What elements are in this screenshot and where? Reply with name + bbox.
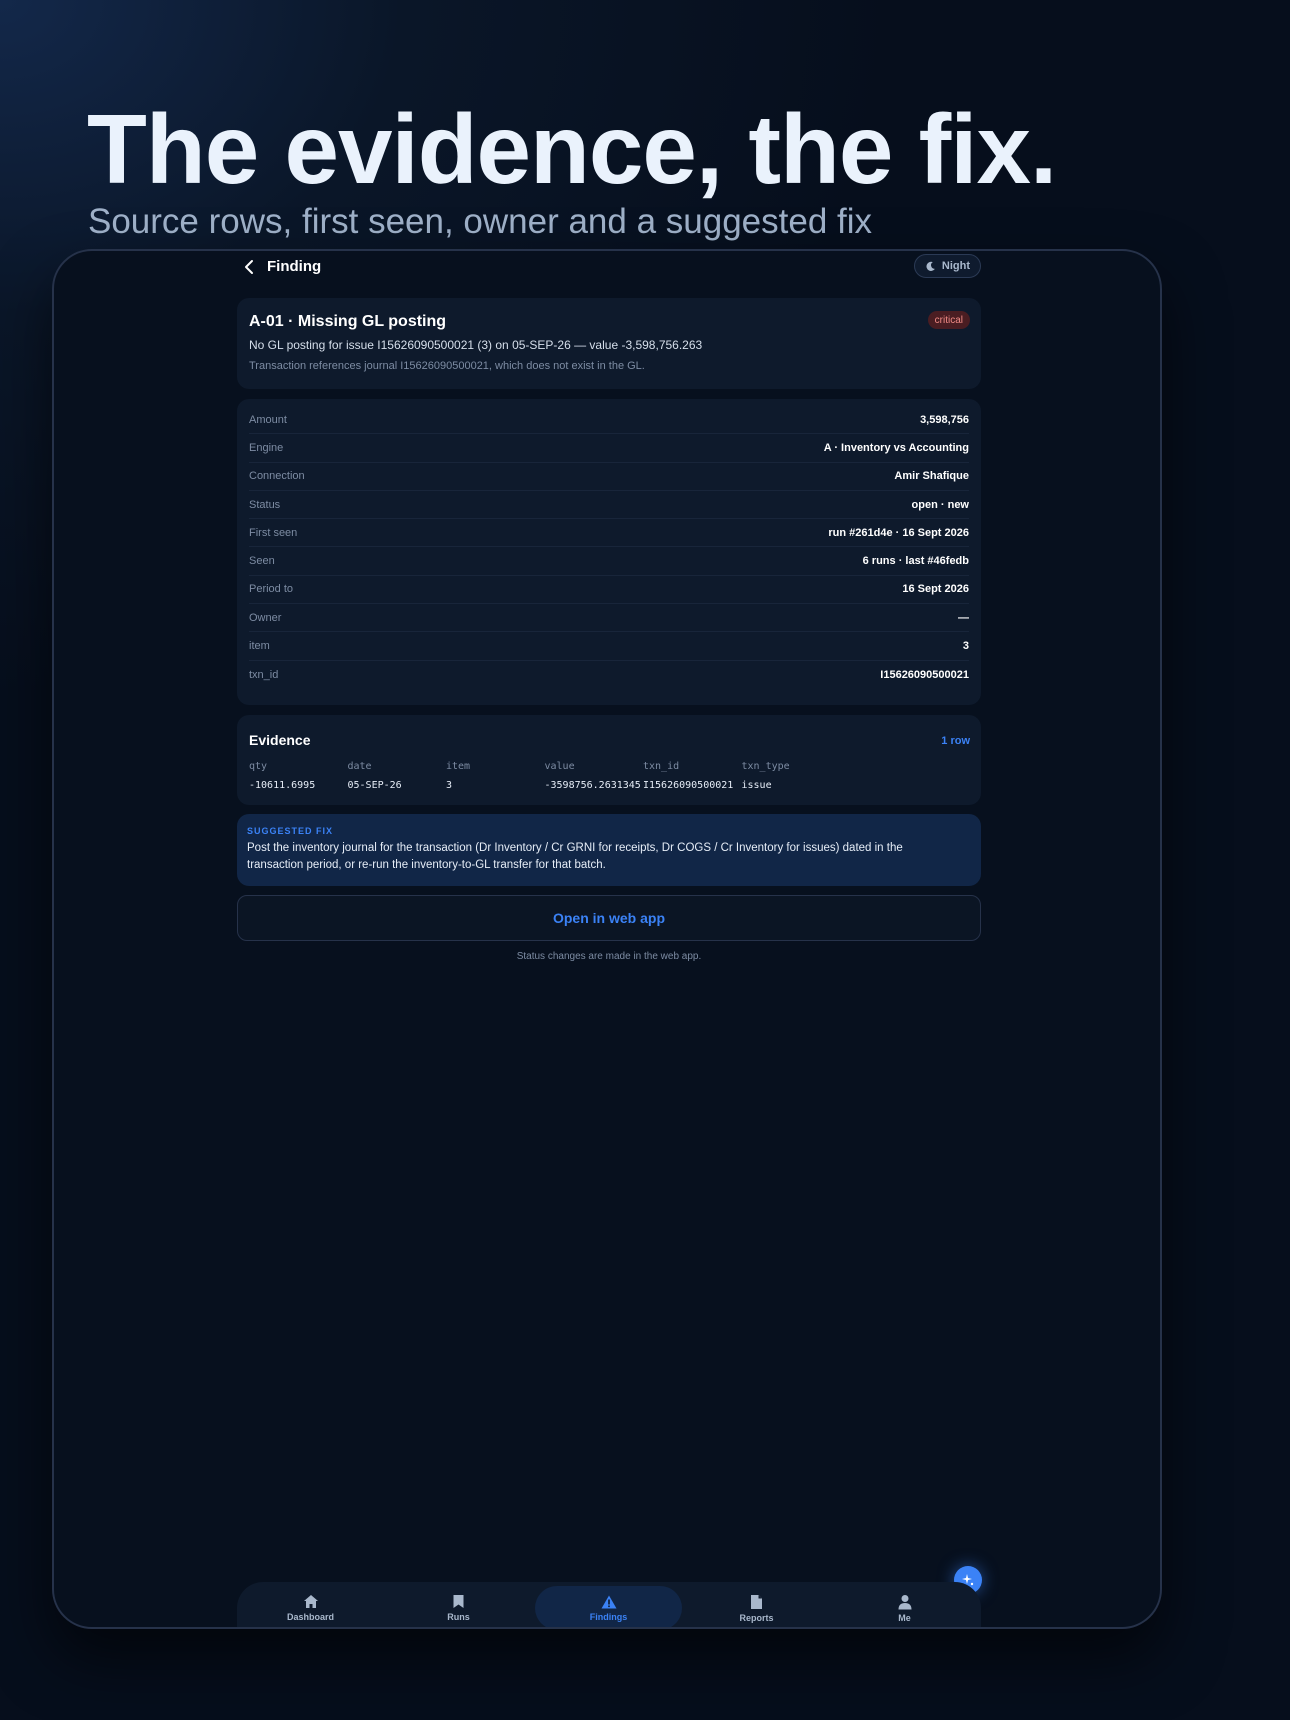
subheadline: Source rows, first seen, owner and a sug… [88,202,873,241]
person-icon [898,1594,911,1609]
evidence-cell: -10611.6995 [249,780,316,791]
detail-value: 6 runs · last #46fedb [862,555,969,568]
nav-label-findings: Findings [589,1611,628,1622]
detail-value: 3,598,756 [920,413,969,426]
evidence-column-header: value [544,761,575,772]
nav-label-runs: Runs [447,1612,470,1622]
evidence-row: -10611.6995 05-SEP-26 3 -3598756.2631345 I15… [249,776,840,795]
evidence-table: qty date item value txn_id txn_type -10611.699… [249,757,840,795]
detail-key: Amount [249,413,287,426]
detail-value: 16 Sept 2026 [902,583,969,596]
detail-key: Connection [249,470,305,483]
device-frame: Finding Night A-01 · Missing GL posting … [52,249,1162,1629]
headline: The evidence, the fix. [87,94,1057,204]
open-in-web-app-button[interactable]: Open in web app [237,895,981,941]
detail-row: Period to 16 Sept 2026 [249,576,969,605]
night-mode-toggle[interactable]: Night [913,254,981,278]
detail-key: Owner [249,611,282,624]
nav-label-me: Me [898,1612,911,1623]
detail-row: Seen 6 runs · last #46fedb [249,547,969,576]
nav-reports[interactable]: Reports [683,1586,830,1627]
evidence-column-header: item [446,761,471,772]
detail-row: Status open · new [249,491,969,520]
app-screen: Finding Night A-01 · Missing GL posting … [237,251,982,1627]
detail-value: A · Inventory vs Accounting [823,441,969,454]
detail-value: Amir Shafique [894,470,969,483]
evidence-column-header: date [347,761,372,772]
evidence-column-header: txn_id [643,761,680,772]
back-button[interactable] [237,255,261,279]
detail-key: Status [249,498,281,511]
detail-key: Period to [249,583,294,596]
detail-value: open · new [911,498,969,511]
finding-summary-card: A-01 · Missing GL posting critical No GL… [237,298,981,389]
status-note: Status changes are made in the web app. [516,951,702,962]
details-list: Amount 3,598,756 Engine A · Inventory vs Ac… [237,406,981,689]
document-icon [751,1594,762,1609]
bookmark-icon [453,1595,464,1608]
detail-row: txn_id I15626090500021 [249,661,969,689]
detail-row: Connection Amir Shafique [249,463,969,491]
night-mode-label: Night [941,260,970,272]
suggested-fix-text: Post the inventory journal for the trans… [247,842,903,871]
detail-key: Engine [249,441,284,454]
finding-summary: No GL posting for issue I15626090500021 … [249,338,703,352]
detail-row: item 3 [249,632,969,661]
finding-detail: Transaction references journal I15626090… [249,360,645,372]
page-title: Finding [267,258,322,275]
detail-value: run #261d4e · 16 Sept 2026 [828,526,969,539]
detail-row: Amount 3,598,756 [249,406,969,435]
nav-label-reports: Reports [739,1612,774,1623]
bottom-nav: Dashboard Runs Findings Reports Me [237,1582,981,1627]
detail-value: I15626090500021 [880,668,969,681]
warning-icon [601,1595,616,1608]
severity-badge: critical [927,311,970,329]
evidence-cell: 05-SEP-26 [347,780,402,791]
detail-row: Engine A · Inventory vs Accounting [249,434,969,463]
top-bar: Finding Night [237,251,981,281]
suggested-fix-label: SUGGESTED FIX [247,826,334,836]
evidence-card: Evidence 1 row qty date item value txn_id txn… [237,715,981,805]
evidence-column-header: qty [249,761,268,772]
chevron-left-icon [245,260,253,274]
detail-key: First seen [249,526,298,539]
evidence-title: Evidence [249,732,311,748]
nav-me[interactable]: Me [831,1586,978,1627]
evidence-column-header: txn_type [741,761,790,772]
suggested-fix-card: SUGGESTED FIX Post the inventory journal… [237,814,981,886]
detail-value: 3 [962,640,969,653]
detail-row: Owner — [249,604,969,633]
detail-key: item [249,640,270,653]
evidence-row-count[interactable]: 1 row [941,735,970,747]
evidence-header-row: qty date item value txn_id txn_type [249,757,840,776]
evidence-cell: -3598756.2631345 [544,780,641,791]
moon-icon [926,261,935,271]
nav-dashboard[interactable]: Dashboard [237,1586,384,1627]
finding-details-card: Amount 3,598,756 Engine A · Inventory vs Ac… [237,399,981,705]
evidence-cell: issue [741,780,772,791]
evidence-cell: 3 [446,780,453,791]
finding-title: A-01 · Missing GL posting [249,313,447,330]
detail-key: Seen [249,555,275,568]
nav-runs[interactable]: Runs [385,1586,532,1627]
detail-row: First seen run #261d4e · 16 Sept 2026 [249,519,969,548]
nav-label-dashboard: Dashboard [286,1612,334,1622]
home-icon [303,1595,318,1608]
detail-key: txn_id [249,668,279,681]
detail-value: — [958,611,969,624]
evidence-cell: I15626090500021 [643,780,734,791]
nav-findings[interactable]: Findings [535,1586,682,1627]
